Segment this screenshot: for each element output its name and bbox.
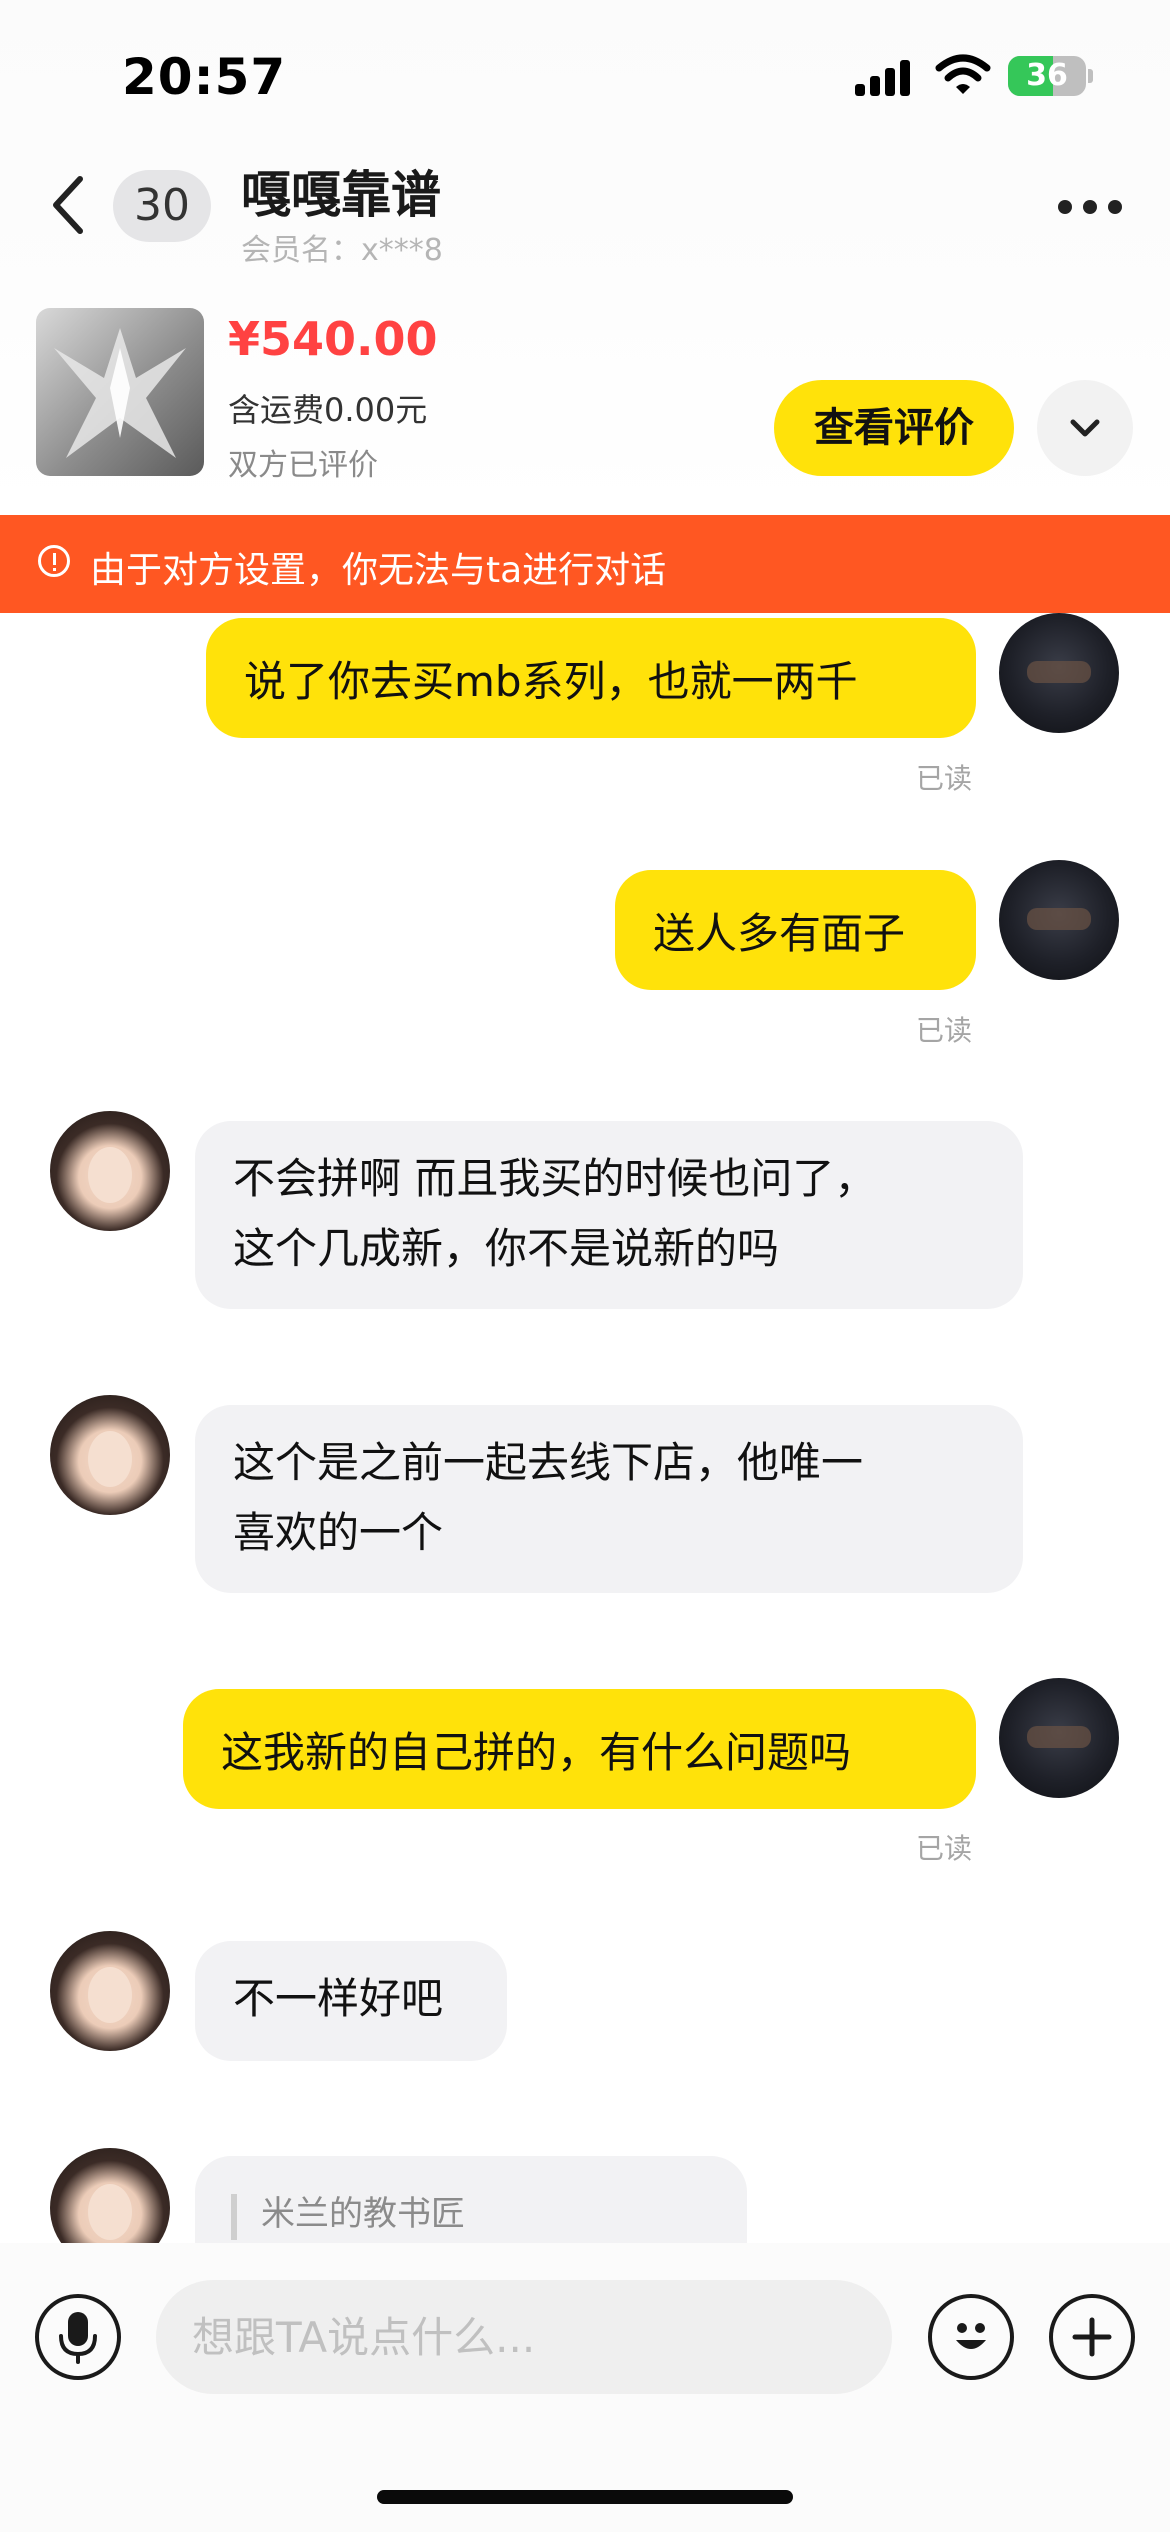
contact-name: 嘎嘎靠谱 (241, 166, 441, 224)
incoming-message[interactable]: 这个是之前一起去线下店，他唯一 喜欢的一个 (195, 1405, 1023, 1593)
message-line: 不会拼啊 而且我买的时候也问了， (233, 1154, 877, 1203)
message-line: 这个几成新，你不是说新的吗 (233, 1224, 780, 1273)
contact-avatar[interactable] (50, 2148, 170, 2243)
message-input[interactable] (156, 2280, 892, 2394)
outgoing-message[interactable]: 送人多有面子 (615, 870, 976, 990)
more-actions-button[interactable] (1049, 2294, 1135, 2380)
message-line: 这个是之前一起去线下店，他唯一 (233, 1438, 864, 1487)
status-time: 20:57 (122, 48, 287, 106)
cellular-signal-icon (855, 58, 915, 96)
smiley-icon (956, 2323, 986, 2349)
chat-list[interactable]: 说了你去买mb系列，也就一两千 已读 送人多有面子 已读 不会拼啊 而且我买的时… (0, 613, 1170, 2243)
more-options-icon[interactable] (1058, 200, 1122, 216)
message-text: 不一样好吧 (233, 1974, 444, 2023)
expand-button[interactable] (1037, 380, 1133, 476)
voice-button[interactable] (35, 2294, 121, 2380)
my-avatar[interactable] (999, 1678, 1119, 1798)
microphone-icon (59, 2312, 97, 2364)
contact-avatar[interactable] (50, 1931, 170, 2051)
product-price: ¥540.00 (228, 312, 438, 366)
battery-level: 36 (1026, 58, 1068, 93)
contact-avatar[interactable] (50, 1111, 170, 1231)
wifi-icon (935, 54, 991, 94)
chevron-down-icon (1070, 419, 1100, 437)
quote-author: 米兰的教书匠 (261, 2194, 465, 2234)
incoming-message[interactable]: 不会拼啊 而且我买的时候也问了， 这个几成新，你不是说新的吗 (195, 1121, 1023, 1309)
unread-count-badge[interactable]: 30 (113, 170, 211, 242)
battery-nub (1088, 69, 1093, 83)
quote-bar (231, 2194, 237, 2240)
quoted-message[interactable]: 米兰的教书匠 (195, 2156, 747, 2243)
read-status: 已读 (916, 1014, 973, 1047)
back-arrow-icon[interactable] (48, 175, 88, 235)
member-name: 会员名：x***8 (241, 233, 443, 268)
incoming-message[interactable]: 不一样好吧 (195, 1941, 507, 2061)
review-status: 双方已评价 (228, 448, 378, 483)
message-text: 这我新的自己拼的，有什么问题吗 (221, 1728, 852, 1777)
input-bar (0, 2243, 1170, 2532)
view-review-button[interactable]: 查看评价 (774, 380, 1014, 476)
message-text: 说了你去买mb系列，也就一两千 (244, 657, 858, 706)
shipping-fee: 含运费0.00元 (228, 391, 428, 429)
warning-text: 由于对方设置，你无法与ta进行对话 (90, 550, 667, 591)
plus-icon (1072, 2317, 1112, 2357)
read-status: 已读 (916, 762, 973, 795)
home-indicator (377, 2490, 793, 2504)
outgoing-message[interactable]: 这我新的自己拼的，有什么问题吗 (183, 1689, 976, 1809)
blocked-warning-banner: 由于对方设置，你无法与ta进行对话 (0, 515, 1170, 613)
my-avatar[interactable] (999, 860, 1119, 980)
outgoing-message[interactable]: 说了你去买mb系列，也就一两千 (206, 618, 976, 738)
message-text: 送人多有面子 (653, 909, 906, 958)
read-status: 已读 (916, 1832, 973, 1865)
contact-avatar[interactable] (50, 1395, 170, 1515)
my-avatar[interactable] (999, 613, 1119, 733)
product-thumbnail[interactable] (36, 308, 204, 476)
alert-icon (38, 545, 70, 577)
message-line: 喜欢的一个 (233, 1508, 444, 1557)
battery-icon: 36 (1008, 56, 1086, 96)
emoji-button[interactable] (928, 2294, 1014, 2380)
